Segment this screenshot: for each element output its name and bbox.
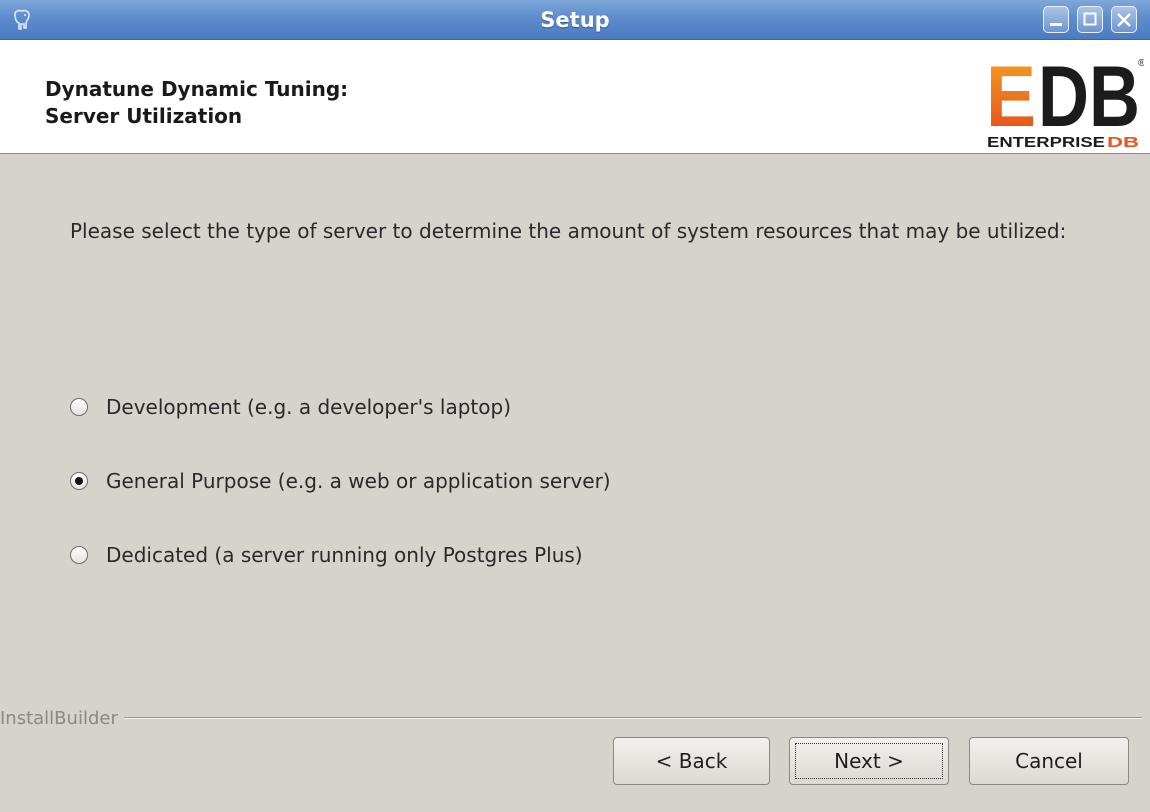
back-button[interactable]: < Back [613, 737, 770, 785]
cancel-button-label: Cancel [1015, 749, 1083, 773]
instructions-text: Please select the type of server to dete… [70, 219, 1067, 243]
radio-label[interactable]: General Purpose (e.g. a web or applicati… [106, 466, 611, 496]
logo-mark-e: E [986, 50, 1036, 145]
registered-mark: ® [1138, 58, 1144, 69]
radio-button[interactable] [70, 546, 88, 564]
minimize-icon[interactable] [1043, 6, 1069, 33]
installbuilder-label: InstallBuilder [0, 707, 124, 731]
logo-mark-db: DB [1038, 50, 1140, 145]
page-title: Dynatune Dynamic Tuning: Server Utilizat… [45, 76, 348, 130]
radio-label[interactable]: Development (e.g. a developer's laptop) [106, 392, 511, 422]
title-bar[interactable]: Setup [0, 0, 1150, 40]
cancel-button[interactable]: Cancel [969, 737, 1129, 785]
back-button-label: < Back [655, 749, 728, 773]
window-title: Setup [540, 8, 610, 32]
page-title-line-1: Dynatune Dynamic Tuning: [45, 77, 349, 101]
radio-label[interactable]: Dedicated (a server running only Postgre… [106, 540, 583, 570]
page-title-line-2: Server Utilization [45, 104, 243, 128]
next-button[interactable]: Next > [789, 737, 949, 785]
next-button-label: Next > [834, 749, 904, 773]
wizard-header: Dynatune Dynamic Tuning: Server Utilizat… [0, 40, 1150, 154]
close-icon[interactable] [1111, 6, 1137, 33]
logo-wordmark-left: ENTERPRISE [987, 134, 1105, 150]
radio-button[interactable] [70, 398, 88, 416]
maximize-icon[interactable] [1077, 6, 1103, 33]
radio-button[interactable] [70, 472, 88, 490]
logo-wordmark-right: DB [1107, 134, 1139, 150]
enterprisedb-logo: E DB ® ENTERPRISE DB [986, 50, 1144, 150]
footer-divider [0, 717, 1142, 719]
